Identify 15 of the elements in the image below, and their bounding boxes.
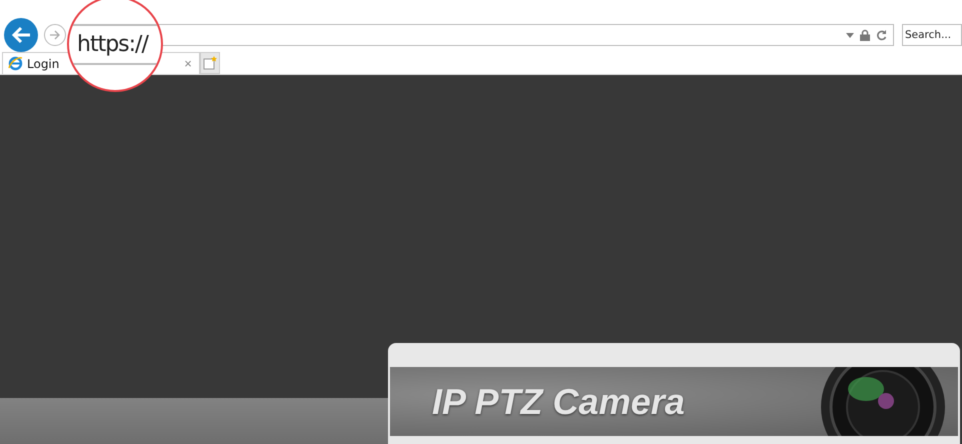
back-arrow-icon [11, 26, 31, 44]
new-page-icon [203, 56, 217, 70]
refresh-icon [876, 29, 887, 41]
forward-arrow-icon [49, 29, 61, 41]
lock-icon [860, 29, 870, 41]
tab-label: Login [27, 56, 60, 70]
back-button[interactable] [4, 18, 38, 52]
dropdown-icon [846, 32, 854, 38]
search-field[interactable]: Search... [902, 24, 962, 46]
close-tab-button[interactable]: × [182, 56, 194, 70]
camera-lens-icon [818, 367, 948, 436]
browser-logo-icon [8, 56, 23, 71]
forward-button[interactable] [44, 24, 66, 46]
new-tab-button[interactable] [200, 52, 220, 74]
banner-title: IP PTZ Camera [432, 380, 685, 422]
